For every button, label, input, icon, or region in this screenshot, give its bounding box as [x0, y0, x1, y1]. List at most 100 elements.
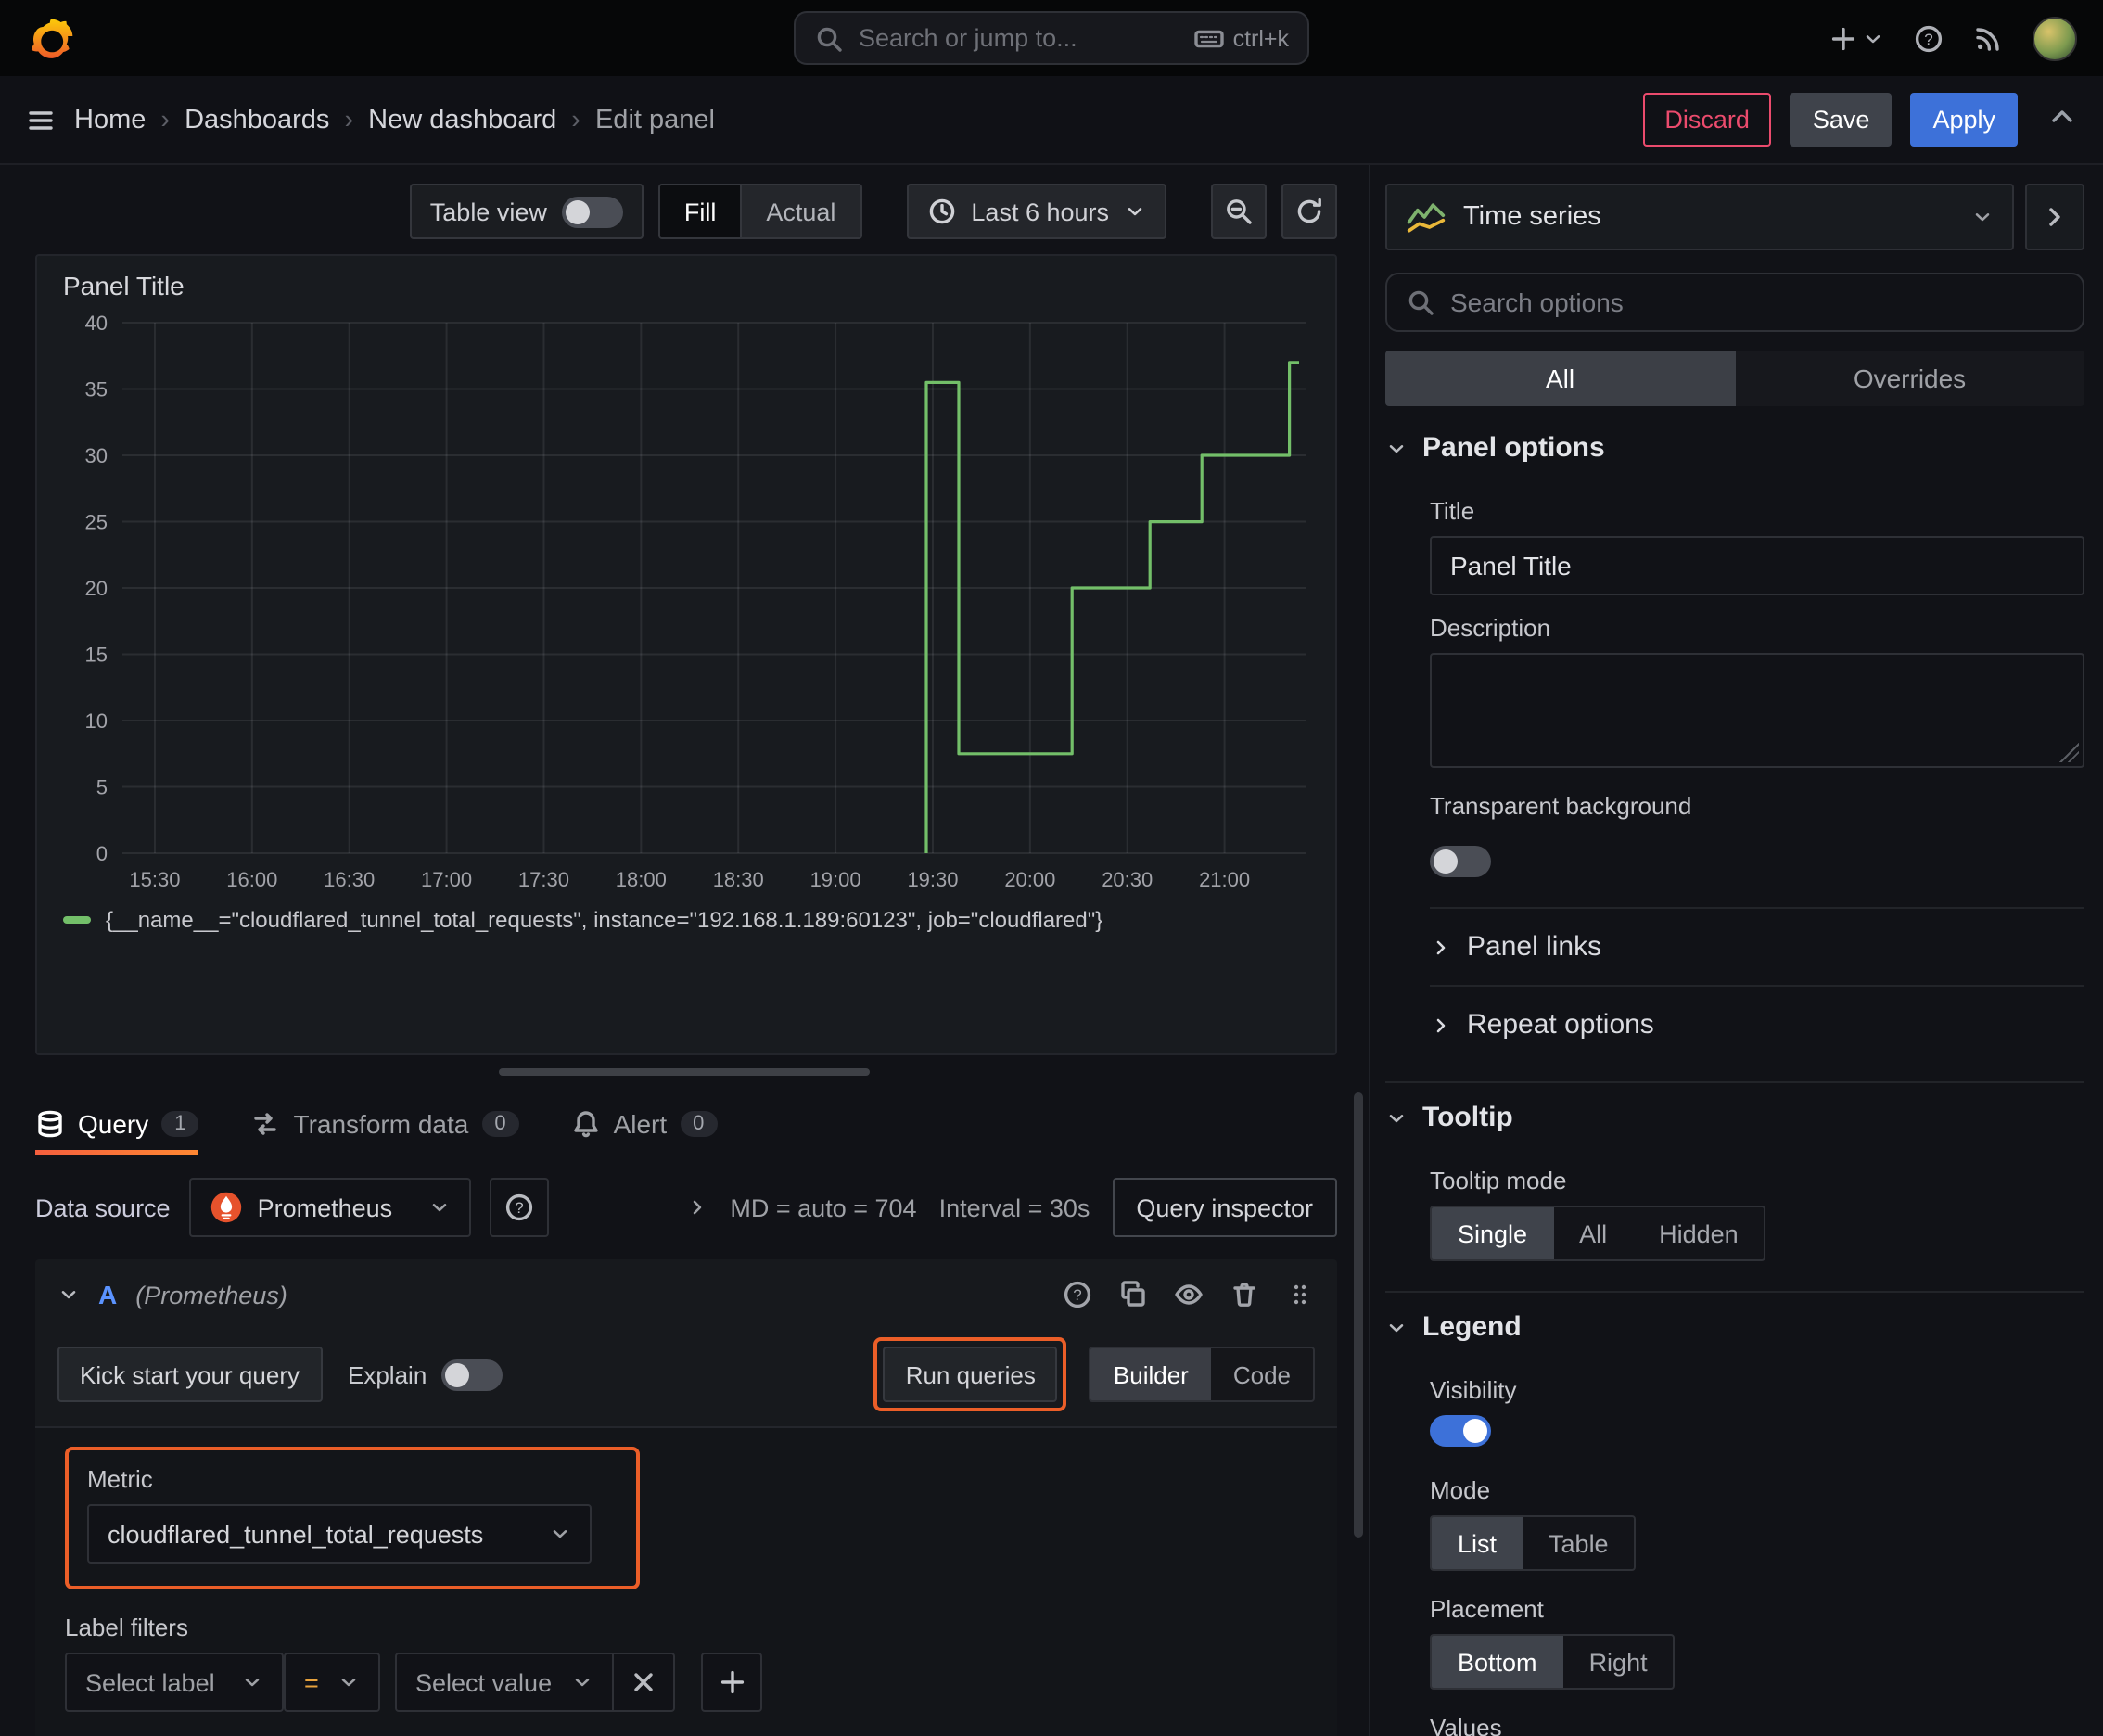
- resize-handle-icon[interactable]: [2058, 742, 2079, 762]
- panel-resize-handle[interactable]: [499, 1068, 870, 1076]
- legend-mode-table[interactable]: Table: [1523, 1517, 1635, 1569]
- svg-text:10: 10: [85, 709, 108, 733]
- tab-all[interactable]: All: [1385, 351, 1735, 406]
- panel-links-section[interactable]: Panel links: [1430, 907, 2084, 985]
- help-button[interactable]: ?: [1914, 23, 1944, 53]
- operator-dropdown[interactable]: =: [284, 1653, 380, 1712]
- new-menu-button[interactable]: [1829, 23, 1884, 53]
- toggle-visibility-icon[interactable]: [1174, 1280, 1204, 1309]
- tab-alert[interactable]: Alert 0: [571, 1092, 718, 1155]
- panel-toolbar: Table view Fill Actual Last 6 hours: [35, 184, 1337, 239]
- chevron-right-icon[interactable]: [685, 1196, 707, 1219]
- toggle-viz-picker-button[interactable]: [2025, 184, 2084, 250]
- search-placeholder: Search or jump to...: [859, 24, 1077, 52]
- query-help-icon[interactable]: ?: [1063, 1280, 1092, 1309]
- refresh-button[interactable]: [1281, 184, 1337, 239]
- tab-query[interactable]: Query 1: [35, 1092, 200, 1155]
- options-search[interactable]: [1385, 273, 2084, 332]
- metric-select[interactable]: cloudflared_tunnel_total_requests: [87, 1504, 592, 1564]
- search-icon: [817, 26, 842, 51]
- tab-query-label: Query: [78, 1109, 149, 1139]
- datasource-help-button[interactable]: ?: [489, 1178, 549, 1237]
- close-icon: [634, 1673, 653, 1691]
- panel-title-input[interactable]: [1430, 536, 2084, 595]
- table-view-toggle[interactable]: [561, 196, 623, 227]
- legend-series-label[interactable]: {__name__="cloudflared_tunnel_total_requ…: [106, 907, 1102, 933]
- menu-icon[interactable]: [26, 105, 56, 134]
- chart-canvas: 0 5 10 15 20 25 30 35 40 15:30 16:00 16:30 17:00 17:3…: [85, 312, 1306, 891]
- chevron-down-icon: [341, 1679, 356, 1687]
- operator-value: =: [304, 1668, 319, 1696]
- chevron-down-icon[interactable]: [57, 1283, 80, 1306]
- apply-button[interactable]: Apply: [1910, 93, 2018, 147]
- chevron-down-icon: [1389, 1114, 1404, 1122]
- svg-text:16:30: 16:30: [324, 868, 375, 891]
- time-series-chart[interactable]: 0 5 10 15 20 25 30 35 40 15:30 16:00 16:30 17:00 17:3…: [59, 308, 1317, 903]
- tooltip-mode-hidden[interactable]: Hidden: [1633, 1207, 1765, 1259]
- datasource-name: Prometheus: [257, 1194, 393, 1221]
- breadcrumb-new-dashboard[interactable]: New dashboard: [368, 105, 556, 134]
- metric-value: cloudflared_tunnel_total_requests: [108, 1520, 484, 1548]
- legend-mode-list[interactable]: List: [1432, 1517, 1523, 1569]
- breadcrumb-home[interactable]: Home: [74, 105, 146, 134]
- drag-handle-icon[interactable]: [1285, 1280, 1315, 1309]
- add-filter-button[interactable]: [701, 1653, 762, 1712]
- delete-query-icon[interactable]: [1230, 1280, 1259, 1309]
- repeat-options-section[interactable]: Repeat options: [1430, 985, 2084, 1063]
- zoom-out-button[interactable]: [1211, 184, 1267, 239]
- visualization-picker[interactable]: Time series: [1385, 184, 2014, 250]
- transparent-background-toggle[interactable]: [1430, 846, 1491, 877]
- fill-option[interactable]: Fill: [659, 185, 741, 237]
- chevron-down-icon: [1866, 34, 1880, 43]
- news-button[interactable]: [1973, 23, 2003, 53]
- tooltip-mode-single[interactable]: Single: [1432, 1207, 1554, 1259]
- panel-options-header[interactable]: Panel options: [1385, 406, 2084, 479]
- tab-alert-badge: 0: [680, 1111, 718, 1137]
- svg-text:17:30: 17:30: [518, 868, 569, 891]
- options-search-input[interactable]: [1450, 287, 2064, 317]
- legend-placement-bottom[interactable]: Bottom: [1432, 1636, 1563, 1688]
- query-editor: A (Prometheus) ? Kick start your query E…: [35, 1259, 1337, 1736]
- breadcrumb-separator: ›: [344, 105, 354, 134]
- collapse-options-button[interactable]: [2047, 102, 2077, 137]
- query-inspector-button[interactable]: Query inspector: [1112, 1178, 1337, 1237]
- description-label: Description: [1430, 614, 1551, 642]
- user-avatar[interactable]: [2033, 16, 2077, 60]
- transform-icon: [254, 1113, 277, 1135]
- time-range-picker[interactable]: Last 6 hours: [906, 184, 1166, 239]
- actual-option[interactable]: Actual: [740, 185, 860, 237]
- legend-visibility-toggle[interactable]: [1430, 1415, 1491, 1447]
- tab-overrides[interactable]: Overrides: [1735, 351, 2084, 406]
- global-search-input[interactable]: Search or jump to... ctrl+k: [794, 11, 1309, 65]
- builder-option[interactable]: Builder: [1090, 1348, 1211, 1400]
- select-value-dropdown[interactable]: Select value: [395, 1653, 614, 1712]
- discard-button[interactable]: Discard: [1642, 93, 1772, 147]
- explain-toggle[interactable]: [441, 1359, 503, 1390]
- tab-transform-data[interactable]: Transform data 0: [251, 1092, 519, 1155]
- svg-text:19:00: 19:00: [810, 868, 861, 891]
- save-button[interactable]: Save: [1790, 93, 1893, 147]
- interval: Interval = 30s: [938, 1194, 1090, 1221]
- remove-filter-button[interactable]: [614, 1653, 675, 1712]
- query-row-header: A (Prometheus) ?: [35, 1259, 1337, 1330]
- grafana-logo-icon[interactable]: [26, 12, 78, 64]
- fill-actual-group: Fill Actual: [657, 184, 862, 239]
- legend-placement-label: Placement: [1430, 1595, 1544, 1623]
- tooltip-mode-all[interactable]: All: [1553, 1207, 1633, 1259]
- kick-start-query-button[interactable]: Kick start your query: [57, 1347, 322, 1402]
- breadcrumb-dashboards[interactable]: Dashboards: [185, 105, 329, 134]
- legend-header[interactable]: Legend: [1385, 1293, 2084, 1358]
- code-option[interactable]: Code: [1211, 1348, 1313, 1400]
- select-label-dropdown[interactable]: Select label: [65, 1653, 284, 1712]
- datasource-picker[interactable]: Prometheus: [188, 1178, 471, 1237]
- description-textarea[interactable]: [1430, 653, 2084, 768]
- duplicate-query-icon[interactable]: [1118, 1280, 1148, 1309]
- run-queries-button[interactable]: Run queries: [883, 1347, 1058, 1402]
- visualization-name: Time series: [1463, 202, 1601, 232]
- breadcrumb-bar: Home › Dashboards › New dashboard › Edit…: [0, 76, 2103, 165]
- scrollbar-thumb[interactable]: [1354, 1092, 1363, 1538]
- tooltip-header[interactable]: Tooltip: [1385, 1083, 2084, 1148]
- svg-text:18:30: 18:30: [713, 868, 764, 891]
- legend-placement-right[interactable]: Right: [1563, 1636, 1674, 1688]
- legend-series-marker[interactable]: [63, 916, 91, 924]
